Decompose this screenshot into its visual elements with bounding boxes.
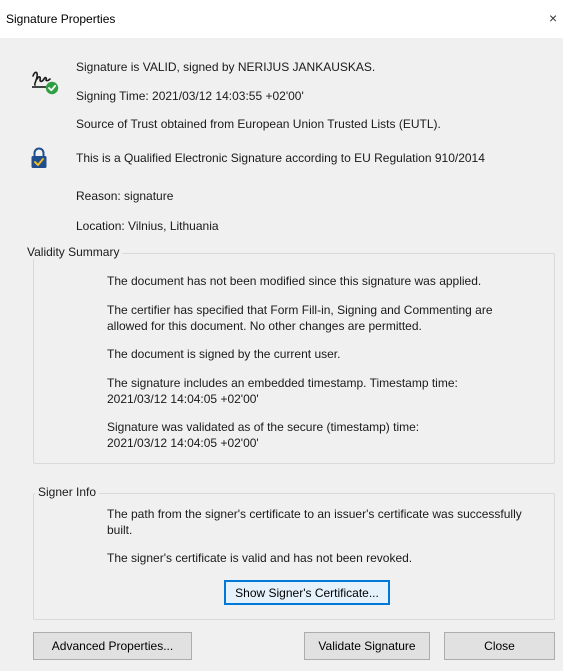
signer-info-label: Signer Info (35, 485, 100, 499)
close-icon[interactable]: × (549, 10, 563, 26)
validate-signature-button[interactable]: Validate Signature (304, 632, 430, 660)
qualified-signature-lock-icon (30, 147, 48, 169)
signature-status: Signature is VALID, signed by NERIJUS JA… (76, 60, 376, 74)
validity-item: The signature includes an embedded times… (107, 376, 458, 406)
validity-item: The certifier has specified that Form Fi… (107, 303, 493, 333)
dialog-title: Signature Properties (6, 12, 116, 26)
signature-location: Location: Vilnius, Lithuania (76, 219, 219, 233)
trust-source: Source of Trust obtained from European U… (76, 117, 441, 131)
signature-valid-icon (30, 67, 60, 95)
validity-item: The document is signed by the current us… (107, 347, 341, 361)
validity-summary-label: Validity Summary (24, 245, 123, 259)
qualified-statement: This is a Qualified Electronic Signature… (76, 151, 485, 165)
signature-reason: Reason: signature (76, 189, 174, 203)
signature-properties-dialog: Signature Properties × Signature is VALI… (0, 0, 563, 671)
close-button[interactable]: Close (444, 632, 555, 660)
signer-info-item: The signer's certificate is valid and ha… (107, 551, 413, 565)
advanced-properties-button[interactable]: Advanced Properties... (33, 632, 192, 660)
signer-info-item: The path from the signer's certificate t… (107, 507, 522, 537)
title-bar: Signature Properties × (0, 0, 563, 38)
signing-time: Signing Time: 2021/03/12 14:03:55 +02'00… (76, 89, 304, 103)
show-signer-certificate-button[interactable]: Show Signer's Certificate... (224, 580, 390, 605)
validity-item: The document has not been modified since… (107, 274, 482, 288)
validity-item: Signature was validated as of the secure… (107, 420, 420, 450)
